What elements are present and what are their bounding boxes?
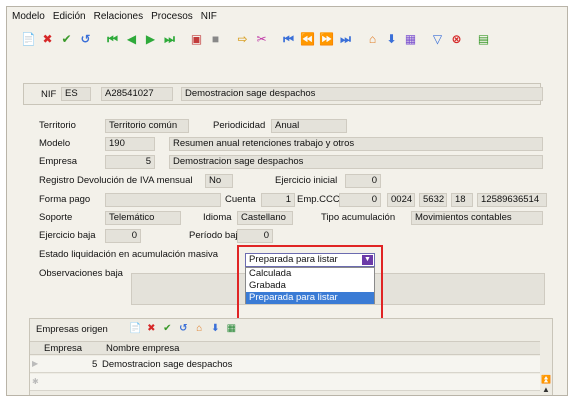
ccc-office-field[interactable]: 5632 [419, 193, 447, 207]
cuenta-label: Cuenta [225, 194, 256, 205]
previous-record-icon[interactable]: ◀ [124, 32, 139, 47]
nif-country-field[interactable]: ES [61, 87, 91, 101]
ejercicio-inicial-label: Ejercicio inicial [275, 175, 338, 186]
ccc-account-field[interactable]: 12589636514 [477, 193, 547, 207]
ccc-entity-field[interactable]: 0024 [387, 193, 415, 207]
first-page-icon[interactable]: ⏮ [281, 32, 296, 47]
observaciones-baja-label: Observaciones baja [39, 268, 123, 279]
soporte-field[interactable]: Telemático [105, 211, 181, 225]
column-empresa[interactable]: Empresa [44, 343, 82, 354]
registro-devolucion-field[interactable]: No [205, 174, 233, 188]
option-calculada[interactable]: Calculada [246, 268, 374, 280]
accept-icon[interactable]: ✔ [59, 32, 74, 47]
nif-name-field[interactable]: Demostracion sage despachos [181, 87, 543, 101]
empresa-label: Empresa [39, 156, 78, 167]
menu-procesos[interactable]: Procesos [150, 10, 194, 23]
menu-relaciones[interactable]: Relaciones [93, 10, 144, 23]
column-nombre-empresa[interactable]: Nombre empresa [106, 343, 179, 354]
row-selector-icon[interactable]: ▶ [32, 359, 40, 373]
empresas-origen-panel: Empresas origen 📄 ✖ ✔ ↺ ⌂ ⬇ ▦ Empresa Nombre e… [29, 318, 553, 395]
delete-icon[interactable]: ✖ [40, 32, 55, 47]
print-icon[interactable]: ▣ [189, 32, 204, 47]
periodicidad-label: Periodicidad [213, 120, 266, 131]
estado-liquidacion-label: Estado liquidación en acumulación masiva [39, 249, 219, 260]
empresas-origen-title: Empresas origen [36, 323, 108, 335]
empresa-desc-field[interactable]: Demostracion sage despachos [169, 155, 543, 169]
scroll-up-icon[interactable]: ▲ [541, 385, 551, 394]
export-icon[interactable]: ⇨ [235, 32, 250, 47]
new-icon[interactable]: 📄 [21, 32, 36, 47]
menu-edicion[interactable]: Edición [52, 10, 87, 23]
last-record-icon[interactable]: ⏭ [162, 32, 177, 47]
row-empresa: 5 [92, 359, 98, 370]
idioma-field[interactable]: Castellano [237, 211, 293, 225]
next-page-icon[interactable]: ⏩ [319, 32, 334, 47]
modelo-desc-field[interactable]: Resumen anual retenciones trabajo y otro… [169, 137, 543, 151]
ccc-dc-field[interactable]: 18 [451, 193, 473, 207]
menu-nif[interactable]: NIF [200, 10, 218, 23]
tipo-acumulacion-label: Tipo acumulación [321, 212, 396, 223]
filter-icon[interactable]: ▽ [430, 32, 445, 47]
table-row[interactable]: ✱ [30, 374, 552, 391]
modelo-label: Modelo [39, 138, 71, 149]
row-nombre-empresa: Demostracion sage despachos [102, 359, 233, 370]
empresa-field[interactable]: 5 [105, 155, 155, 169]
ejercicio-inicial-field[interactable]: 0 [345, 174, 381, 188]
nif-label: NIF [41, 89, 57, 100]
periodicidad-field[interactable]: Anual [271, 119, 347, 133]
cut-icon[interactable]: ✂ [254, 32, 269, 47]
excel-icon[interactable]: ▦ [225, 323, 238, 336]
window: Modelo Edición Relaciones Procesos NIF 📄… [6, 6, 568, 396]
menu-modelo[interactable]: Modelo [11, 10, 46, 23]
undo-icon[interactable]: ↺ [177, 323, 190, 336]
undo-icon[interactable]: ↺ [78, 32, 93, 47]
territorio-field[interactable]: Territorio común [105, 119, 189, 133]
previous-page-icon[interactable]: ⏪ [300, 32, 315, 47]
periodo-baja-label: Período baja [189, 230, 243, 241]
modelo-field[interactable]: 190 [105, 137, 155, 151]
option-grabada[interactable]: Grabada [246, 280, 374, 292]
chevron-down-icon[interactable]: ▼ [362, 255, 373, 265]
empccc-field[interactable]: 0 [339, 193, 381, 207]
next-record-icon[interactable]: ▶ [143, 32, 158, 47]
empccc-label: Emp.CCC [297, 194, 340, 205]
menu-bar: Modelo Edición Relaciones Procesos NIF [7, 7, 567, 25]
ejercicio-baja-label: Ejercicio baja [39, 230, 96, 241]
option-preparada-para-listar[interactable]: Preparada para listar [246, 292, 374, 304]
stop-icon[interactable]: ■ [208, 32, 223, 47]
forma-pago-label: Forma pago [39, 194, 91, 205]
down-arrow-icon[interactable]: ⬇ [209, 323, 222, 336]
calculator-icon[interactable]: ▤ [476, 32, 491, 47]
vertical-scrollbar[interactable]: ⏫ ▲ [540, 319, 552, 395]
accept-icon[interactable]: ✔ [161, 323, 174, 336]
first-record-icon[interactable]: ⏮ [105, 32, 120, 47]
down-arrow-icon[interactable]: ⬇ [384, 32, 399, 47]
ejercicio-baja-field[interactable]: 0 [105, 229, 141, 243]
estado-dropdown-list: Calculada Grabada Preparada para listar [245, 267, 375, 304]
table-row[interactable]: ▶ 5 Demostracion sage despachos [30, 356, 552, 373]
new-icon[interactable]: 📄 [129, 323, 142, 336]
tipo-acumulacion-field[interactable]: Movimientos contables [411, 211, 543, 225]
delete-icon[interactable]: ✖ [145, 323, 158, 336]
estado-selected-value: Preparada para listar [249, 254, 338, 265]
nif-field[interactable]: A28541027 [101, 87, 173, 101]
estado-liquidacion-select[interactable]: Preparada para listar ▼ [245, 253, 375, 267]
home-icon[interactable]: ⌂ [193, 323, 206, 336]
idioma-label: Idioma [203, 212, 232, 223]
periodo-baja-field[interactable]: 0 [237, 229, 273, 243]
toolbar: 📄 ✖ ✔ ↺ ⏮ ◀ ▶ ⏭ ▣ ■ ⇨ ✂ ⏮ ⏪ ⏩ ⏭ ⌂ ⬇ ▦ ▽ ⊗ ▤ [7, 26, 567, 52]
soporte-label: Soporte [39, 212, 73, 223]
registro-devolucion-label: Registro Devolución de IVA mensual [39, 175, 193, 186]
forma-pago-field[interactable] [105, 193, 221, 207]
territorio-label: Territorio [39, 120, 76, 131]
home-icon[interactable]: ⌂ [365, 32, 380, 47]
row-selector-icon[interactable]: ✱ [32, 377, 40, 391]
empresas-origen-toolbar: Empresas origen 📄 ✖ ✔ ↺ ⌂ ⬇ ▦ [30, 319, 552, 339]
last-page-icon[interactable]: ⏭ [338, 32, 353, 47]
remove-filter-icon[interactable]: ⊗ [449, 32, 464, 47]
cuenta-field[interactable]: 1 [261, 193, 295, 207]
scroll-top-icon[interactable]: ⏫ [541, 375, 551, 384]
grid-header: Empresa Nombre empresa [30, 341, 552, 355]
report-icon[interactable]: ▦ [403, 32, 418, 47]
